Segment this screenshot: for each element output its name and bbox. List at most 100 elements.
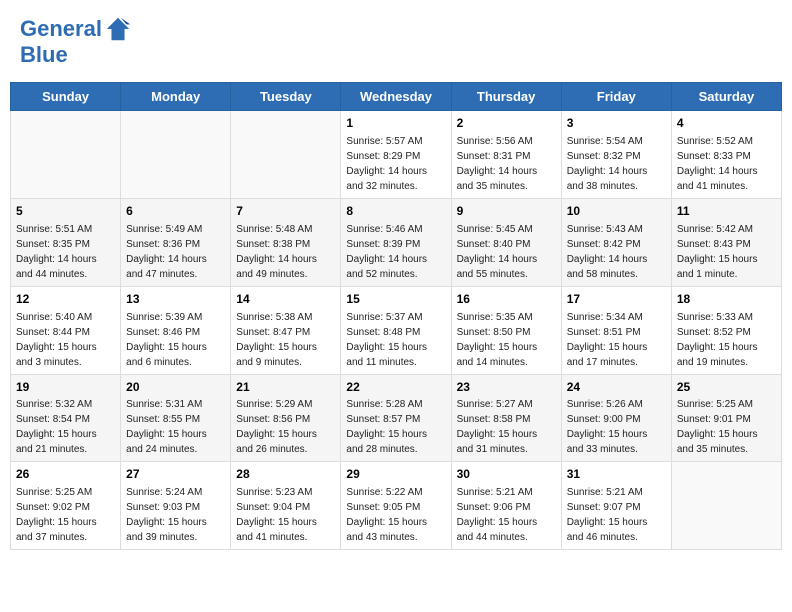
day-of-week-header: Thursday xyxy=(451,83,561,111)
calendar-cell: 27Sunrise: 5:24 AM Sunset: 9:03 PM Dayli… xyxy=(121,462,231,550)
day-number: 14 xyxy=(236,291,335,308)
day-detail: Sunrise: 5:28 AM Sunset: 8:57 PM Dayligh… xyxy=(346,397,445,457)
day-detail: Sunrise: 5:48 AM Sunset: 8:38 PM Dayligh… xyxy=(236,222,335,282)
day-number: 15 xyxy=(346,291,445,308)
calendar-cell: 22Sunrise: 5:28 AM Sunset: 8:57 PM Dayli… xyxy=(341,374,451,462)
calendar-cell: 6 Sunrise: 5:49 AM Sunset: 8:36 PM Daylig… xyxy=(121,198,231,286)
calendar-cell xyxy=(121,111,231,199)
day-number: 19 xyxy=(16,379,115,396)
calendar-cell: 4 Sunrise: 5:52 AM Sunset: 8:33 PM Daylig… xyxy=(671,111,781,199)
day-of-week-header: Wednesday xyxy=(341,83,451,111)
day-number: 3 xyxy=(567,115,666,132)
day-detail: Sunrise: 5:49 AM Sunset: 8:36 PM Dayligh… xyxy=(126,222,225,282)
logo-icon xyxy=(104,15,132,43)
calendar-cell: 12 Sunrise: 5:40 AM Sunset: 8:44 PM Dayli… xyxy=(11,286,121,374)
day-of-week-header: Saturday xyxy=(671,83,781,111)
day-detail: Sunrise: 5:23 AM Sunset: 9:04 PM Dayligh… xyxy=(236,485,335,545)
day-number: 6 xyxy=(126,203,225,220)
day-of-week-header: Monday xyxy=(121,83,231,111)
calendar-cell: 15Sunrise: 5:37 AM Sunset: 8:48 PM Dayli… xyxy=(341,286,451,374)
calendar-week-row: 5Sunrise: 5:51 AM Sunset: 8:35 PM Daylig… xyxy=(11,198,782,286)
calendar-cell: 29 Sunrise: 5:22 AM Sunset: 9:05 PM Dayli… xyxy=(341,462,451,550)
calendar-cell: 23Sunrise: 5:27 AM Sunset: 8:58 PM Dayli… xyxy=(451,374,561,462)
day-number: 26 xyxy=(16,466,115,483)
calendar-cell: 7 Sunrise: 5:48 AM Sunset: 8:38 PM Daylig… xyxy=(231,198,341,286)
day-number: 8 xyxy=(346,203,445,220)
calendar-cell: 14 Sunrise: 5:38 AM Sunset: 8:47 PM Dayli… xyxy=(231,286,341,374)
day-detail: Sunrise: 5:33 AM Sunset: 8:52 PM Dayligh… xyxy=(677,310,776,370)
calendar-week-row: 1 Sunrise: 5:57 AM Sunset: 8:29 PM Daylig… xyxy=(11,111,782,199)
calendar-cell: 20Sunrise: 5:31 AM Sunset: 8:55 PM Dayli… xyxy=(121,374,231,462)
calendar-week-row: 26 Sunrise: 5:25 AM Sunset: 9:02 PM Dayli… xyxy=(11,462,782,550)
calendar-week-row: 19Sunrise: 5:32 AM Sunset: 8:54 PM Dayli… xyxy=(11,374,782,462)
day-detail: Sunrise: 5:42 AM Sunset: 8:43 PM Dayligh… xyxy=(677,222,776,282)
day-detail: Sunrise: 5:27 AM Sunset: 8:58 PM Dayligh… xyxy=(457,397,556,457)
day-of-week-header: Friday xyxy=(561,83,671,111)
calendar-cell: 13 Sunrise: 5:39 AM Sunset: 8:46 PM Dayli… xyxy=(121,286,231,374)
day-detail: Sunrise: 5:45 AM Sunset: 8:40 PM Dayligh… xyxy=(457,222,556,282)
calendar-cell: 25Sunrise: 5:25 AM Sunset: 9:01 PM Dayli… xyxy=(671,374,781,462)
calendar-cell: 18 Sunrise: 5:33 AM Sunset: 8:52 PM Dayli… xyxy=(671,286,781,374)
day-number: 2 xyxy=(457,115,556,132)
day-number: 24 xyxy=(567,379,666,396)
day-number: 17 xyxy=(567,291,666,308)
day-number: 11 xyxy=(677,203,776,220)
day-number: 4 xyxy=(677,115,776,132)
calendar-week-row: 12 Sunrise: 5:40 AM Sunset: 8:44 PM Dayli… xyxy=(11,286,782,374)
calendar-header-row: SundayMondayTuesdayWednesdayThursdayFrid… xyxy=(11,83,782,111)
day-number: 7 xyxy=(236,203,335,220)
calendar-cell xyxy=(671,462,781,550)
calendar-cell: 8 Sunrise: 5:46 AM Sunset: 8:39 PM Daylig… xyxy=(341,198,451,286)
calendar-cell: 26 Sunrise: 5:25 AM Sunset: 9:02 PM Dayli… xyxy=(11,462,121,550)
day-number: 27 xyxy=(126,466,225,483)
day-detail: Sunrise: 5:54 AM Sunset: 8:32 PM Dayligh… xyxy=(567,134,666,194)
day-number: 13 xyxy=(126,291,225,308)
calendar-table: SundayMondayTuesdayWednesdayThursdayFrid… xyxy=(10,82,782,550)
day-detail: Sunrise: 5:46 AM Sunset: 8:39 PM Dayligh… xyxy=(346,222,445,282)
day-detail: Sunrise: 5:25 AM Sunset: 9:02 PM Dayligh… xyxy=(16,485,115,545)
day-detail: Sunrise: 5:43 AM Sunset: 8:42 PM Dayligh… xyxy=(567,222,666,282)
day-detail: Sunrise: 5:40 AM Sunset: 8:44 PM Dayligh… xyxy=(16,310,115,370)
day-number: 9 xyxy=(457,203,556,220)
day-number: 1 xyxy=(346,115,445,132)
day-detail: Sunrise: 5:56 AM Sunset: 8:31 PM Dayligh… xyxy=(457,134,556,194)
day-detail: Sunrise: 5:25 AM Sunset: 9:01 PM Dayligh… xyxy=(677,397,776,457)
day-of-week-header: Tuesday xyxy=(231,83,341,111)
day-number: 20 xyxy=(126,379,225,396)
day-number: 29 xyxy=(346,466,445,483)
day-number: 16 xyxy=(457,291,556,308)
calendar-cell: 30Sunrise: 5:21 AM Sunset: 9:06 PM Dayli… xyxy=(451,462,561,550)
day-detail: Sunrise: 5:21 AM Sunset: 9:07 PM Dayligh… xyxy=(567,485,666,545)
calendar-cell xyxy=(231,111,341,199)
logo-text2: Blue xyxy=(20,43,68,67)
day-detail: Sunrise: 5:57 AM Sunset: 8:29 PM Dayligh… xyxy=(346,134,445,194)
day-detail: Sunrise: 5:51 AM Sunset: 8:35 PM Dayligh… xyxy=(16,222,115,282)
calendar-cell: 5Sunrise: 5:51 AM Sunset: 8:35 PM Daylig… xyxy=(11,198,121,286)
day-detail: Sunrise: 5:26 AM Sunset: 9:00 PM Dayligh… xyxy=(567,397,666,457)
day-number: 31 xyxy=(567,466,666,483)
calendar-cell: 28Sunrise: 5:23 AM Sunset: 9:04 PM Dayli… xyxy=(231,462,341,550)
day-number: 18 xyxy=(677,291,776,308)
calendar-cell: 9 Sunrise: 5:45 AM Sunset: 8:40 PM Daylig… xyxy=(451,198,561,286)
day-number: 30 xyxy=(457,466,556,483)
calendar-cell: 17Sunrise: 5:34 AM Sunset: 8:51 PM Dayli… xyxy=(561,286,671,374)
calendar-cell: 16 Sunrise: 5:35 AM Sunset: 8:50 PM Dayli… xyxy=(451,286,561,374)
calendar-cell: 1 Sunrise: 5:57 AM Sunset: 8:29 PM Daylig… xyxy=(341,111,451,199)
day-number: 22 xyxy=(346,379,445,396)
day-number: 10 xyxy=(567,203,666,220)
day-number: 23 xyxy=(457,379,556,396)
day-detail: Sunrise: 5:31 AM Sunset: 8:55 PM Dayligh… xyxy=(126,397,225,457)
day-detail: Sunrise: 5:39 AM Sunset: 8:46 PM Dayligh… xyxy=(126,310,225,370)
day-detail: Sunrise: 5:52 AM Sunset: 8:33 PM Dayligh… xyxy=(677,134,776,194)
day-detail: Sunrise: 5:35 AM Sunset: 8:50 PM Dayligh… xyxy=(457,310,556,370)
day-number: 25 xyxy=(677,379,776,396)
day-number: 12 xyxy=(16,291,115,308)
calendar-cell: 24Sunrise: 5:26 AM Sunset: 9:00 PM Dayli… xyxy=(561,374,671,462)
calendar-cell: 11 Sunrise: 5:42 AM Sunset: 8:43 PM Dayli… xyxy=(671,198,781,286)
day-detail: Sunrise: 5:38 AM Sunset: 8:47 PM Dayligh… xyxy=(236,310,335,370)
logo: General Blue xyxy=(20,15,132,67)
day-detail: Sunrise: 5:29 AM Sunset: 8:56 PM Dayligh… xyxy=(236,397,335,457)
calendar-cell xyxy=(11,111,121,199)
calendar-cell: 10 Sunrise: 5:43 AM Sunset: 8:42 PM Dayli… xyxy=(561,198,671,286)
day-detail: Sunrise: 5:22 AM Sunset: 9:05 PM Dayligh… xyxy=(346,485,445,545)
